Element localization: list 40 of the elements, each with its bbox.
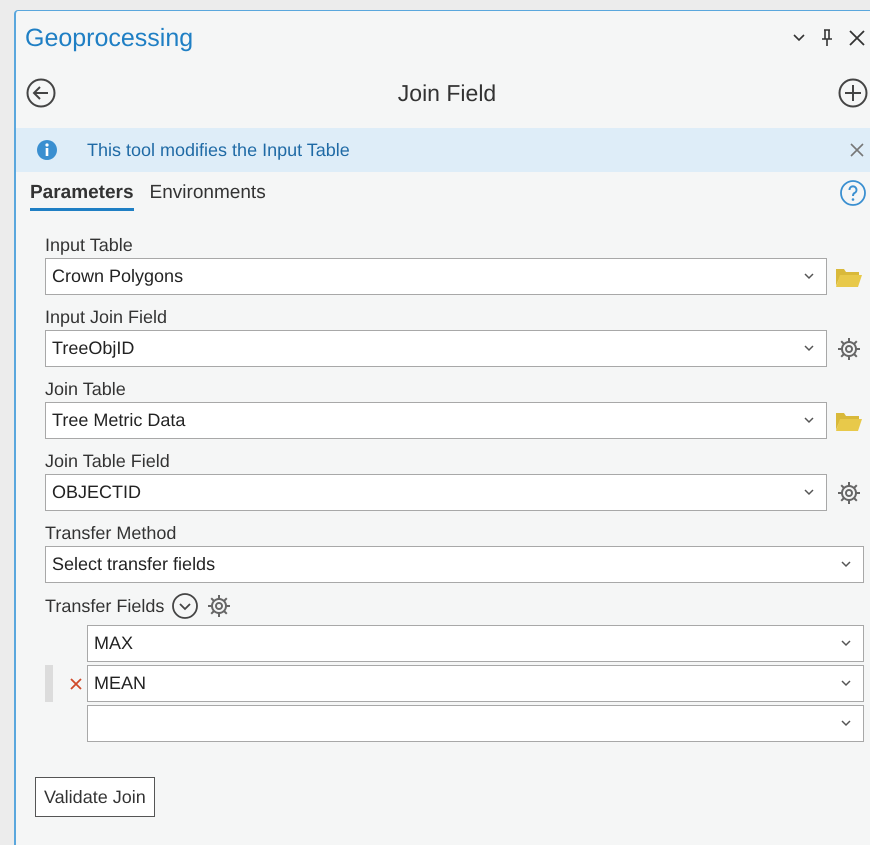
caret-icon xyxy=(804,273,814,280)
remove-icon[interactable] xyxy=(70,678,82,690)
tab[interactable]: Parameters xyxy=(30,176,134,210)
validate-button[interactable]: Validate Join xyxy=(35,777,155,817)
gear-icon[interactable] xyxy=(836,336,862,362)
add-icon[interactable] xyxy=(838,78,868,108)
dropdown-field[interactable]: OBJECTID xyxy=(45,474,827,511)
parameter-label: Join Table xyxy=(45,378,127,401)
parameter-label: Input Join Field xyxy=(45,306,168,329)
dropdown-field[interactable]: Tree Metric Data xyxy=(45,402,827,439)
info-message: This tool modifies the Input Table xyxy=(87,140,351,160)
caret-icon xyxy=(841,680,851,687)
tool-title: Join Field xyxy=(396,80,498,106)
pane-title: Geoprocessing xyxy=(25,24,194,52)
tab[interactable]: Environments xyxy=(150,176,266,210)
caret-icon xyxy=(841,720,851,727)
parameter-label: Join Table Field xyxy=(45,450,171,473)
gear-icon[interactable] xyxy=(836,480,862,506)
caret-icon xyxy=(841,561,851,568)
help-icon[interactable] xyxy=(840,180,866,206)
row-handle[interactable] xyxy=(45,665,53,702)
dropdown-field[interactable]: Select transfer fields xyxy=(45,546,864,583)
caret-icon xyxy=(804,345,814,352)
gear-icon[interactable] xyxy=(206,593,232,619)
parameter-label: Transfer Method xyxy=(45,522,178,545)
caret-icon xyxy=(804,417,814,424)
dropdown-field[interactable]: Crown Polygons xyxy=(45,258,827,295)
parameter-label: Input Table xyxy=(45,234,134,257)
dropdown-field[interactable]: MEAN xyxy=(87,665,864,702)
parameter-label: Transfer Fields xyxy=(45,595,164,617)
dropdown-field[interactable]: TreeObjID xyxy=(45,330,827,367)
close-icon[interactable] xyxy=(848,29,866,47)
caret-icon xyxy=(804,489,814,496)
back-icon[interactable] xyxy=(26,78,56,108)
dropdown-field[interactable]: MAX xyxy=(87,625,864,662)
info-icon xyxy=(37,140,57,160)
caret-icon xyxy=(841,640,851,647)
dropdown-field[interactable] xyxy=(87,705,864,742)
expand-icon[interactable] xyxy=(172,593,198,619)
pin-icon[interactable] xyxy=(820,29,834,47)
